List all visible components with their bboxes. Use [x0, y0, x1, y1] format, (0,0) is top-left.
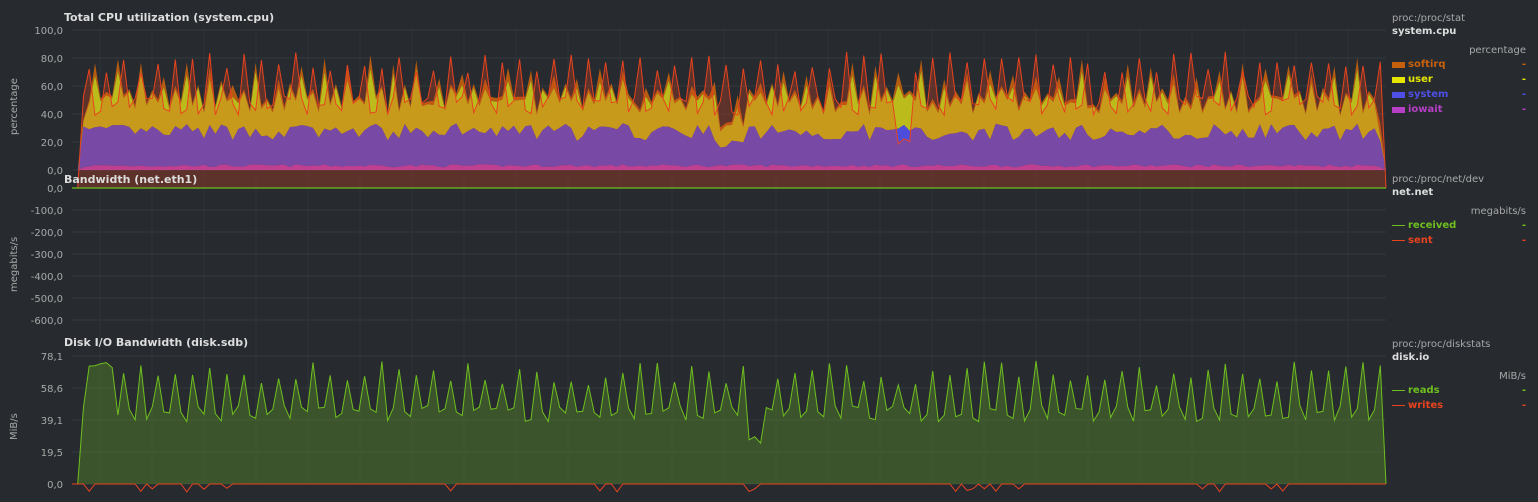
legend-swatch — [1392, 405, 1405, 406]
y-tick-label: -300,0 — [31, 250, 63, 261]
y-tick-label: -400,0 — [31, 272, 63, 283]
y-tick-label: 0,0 — [47, 166, 63, 177]
legend-value: - — [1521, 74, 1526, 85]
legend-value: - — [1521, 400, 1526, 411]
legend-value: - — [1521, 59, 1526, 70]
legend-swatch — [1392, 91, 1405, 98]
legend-units: megabits/s — [1470, 206, 1526, 217]
y-tick-label: 78,1 — [41, 352, 63, 363]
legend-label: softirq — [1408, 59, 1446, 70]
y-tick-label: 39,1 — [41, 416, 63, 427]
disk-io-chart-plot[interactable] — [72, 360, 1387, 493]
legend-label: reads — [1408, 385, 1440, 396]
y-tick-label: 0,0 — [47, 480, 63, 491]
y-tick-label: 40,0 — [41, 110, 63, 121]
series-line-writes — [72, 483, 1386, 493]
legend-units: percentage — [1469, 45, 1526, 56]
y-tick-label: 20,0 — [41, 138, 63, 149]
legend-source: proc:/proc/net/dev — [1392, 174, 1485, 185]
charts-canvas: 100,0 80,0 60,0 40,0 20,0 0,0 0,0 -100,0 -200,0 -… — [31, 26, 1387, 493]
legend-label: iowait — [1408, 104, 1443, 115]
legend-item-iowait[interactable]: iowait - — [1392, 102, 1526, 117]
legend-item-writes[interactable]: writes - — [1392, 398, 1526, 413]
y-tick-label: 60,0 — [41, 82, 63, 93]
legend-label: sent — [1408, 235, 1433, 246]
y-tick-label: -200,0 — [31, 228, 63, 239]
legend-value: - — [1521, 385, 1526, 396]
legend-units: MiB/s — [1499, 371, 1526, 382]
legend-context: disk.io — [1392, 352, 1430, 363]
cpu-legend: proc:/proc/stat system.cpu percentage so… — [1392, 12, 1526, 117]
legend-context: net.net — [1392, 187, 1434, 198]
cpu-y-axis-label: percentage — [9, 78, 20, 135]
legend-value: - — [1521, 89, 1526, 100]
legend-item-system[interactable]: system - — [1392, 87, 1526, 102]
y-tick-label: 80,0 — [41, 54, 63, 65]
legend-item-user[interactable]: user - — [1392, 72, 1526, 87]
legend-swatch — [1392, 61, 1405, 68]
legend-swatch — [1392, 390, 1405, 391]
y-tick-label: 19,5 — [41, 448, 63, 459]
legend-swatch — [1392, 106, 1405, 113]
bandwidth-y-axis-label: megabits/s — [9, 236, 20, 292]
disk-io-y-axis-label: MiB/s — [9, 413, 20, 440]
y-tick-label: 0,0 — [47, 184, 63, 195]
series-area-reads — [72, 361, 1386, 484]
legend-value: - — [1521, 220, 1526, 231]
y-tick-label: -100,0 — [31, 206, 63, 217]
legend-value: - — [1521, 104, 1526, 115]
legend-context: system.cpu — [1392, 26, 1457, 37]
legend-swatch — [1392, 240, 1405, 241]
legend-label: system — [1408, 89, 1449, 100]
legend-label: received — [1408, 220, 1457, 231]
y-tick-label: -500,0 — [31, 294, 63, 305]
y-tick-label: -600,0 — [31, 316, 63, 327]
legend-value: - — [1521, 235, 1526, 246]
y-tick-label: 100,0 — [34, 26, 63, 37]
bandwidth-chart-plot[interactable] — [72, 51, 1387, 189]
legend-item-softirq[interactable]: softirq - — [1392, 57, 1526, 72]
disk-io-chart-title: Disk I/O Bandwidth (disk.sdb) — [64, 336, 249, 349]
legend-item-received[interactable]: received - — [1392, 218, 1526, 233]
bandwidth-legend: proc:/proc/net/dev net.net megabits/s re… — [1392, 173, 1526, 248]
legend-source: proc:/proc/stat — [1392, 13, 1465, 24]
legend-label: user — [1408, 74, 1433, 85]
bandwidth-chart-title: Bandwidth (net.eth1) — [64, 173, 198, 186]
legend-label: writes — [1408, 400, 1444, 411]
disk-io-legend: proc:/proc/diskstats disk.io MiB/s reads… — [1392, 338, 1526, 413]
legend-swatch — [1392, 76, 1405, 83]
y-tick-label: 58,6 — [41, 384, 63, 395]
legend-item-reads[interactable]: reads - — [1392, 383, 1526, 398]
legend-swatch — [1392, 225, 1405, 226]
legend-source: proc:/proc/diskstats — [1392, 339, 1491, 350]
legend-item-sent[interactable]: sent - — [1392, 233, 1526, 248]
cpu-chart-title: Total CPU utilization (system.cpu) — [64, 11, 275, 24]
